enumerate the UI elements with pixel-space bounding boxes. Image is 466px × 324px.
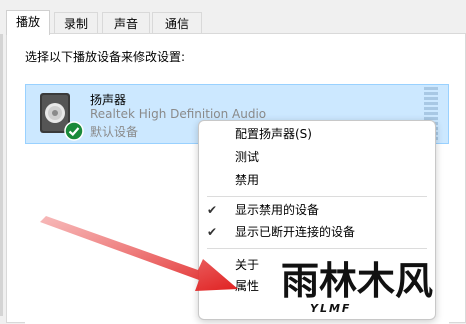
- sound-dialog: 播放 录制 声音 通信 选择以下播放设备来修改设置: 扬声器 Realtek H…: [0, 0, 466, 324]
- ylmf-watermark-logo: 雨林木风 YLMF: [281, 259, 433, 315]
- svg-text:YLMF: YLMF: [310, 302, 351, 315]
- svg-text:雨林木风: 雨林木风: [281, 259, 433, 303]
